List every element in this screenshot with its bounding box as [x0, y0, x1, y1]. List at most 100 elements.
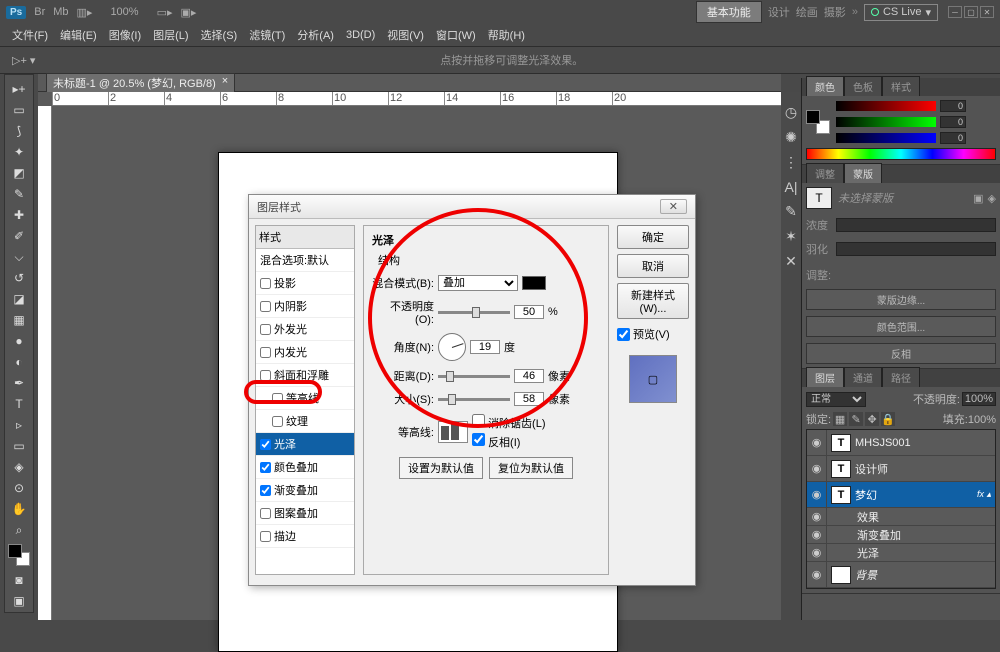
fx-row[interactable]: ◉效果: [807, 508, 995, 526]
fx-row[interactable]: ◉光泽: [807, 544, 995, 562]
value-blue[interactable]: 0: [940, 132, 966, 144]
menu-layer[interactable]: 图层(L): [149, 25, 192, 45]
color-swatch[interactable]: [806, 110, 830, 134]
blend-mode-select[interactable]: 叠加: [438, 275, 518, 291]
visibility-icon[interactable]: ◉: [807, 562, 827, 587]
fx-row[interactable]: ◉渐变叠加: [807, 526, 995, 544]
history-brush-tool-icon[interactable]: ↺: [7, 268, 31, 288]
menu-view[interactable]: 视图(V): [383, 25, 428, 45]
slider-red[interactable]: [836, 101, 936, 111]
distance-slider[interactable]: [438, 375, 510, 378]
layer-row[interactable]: ◉T设计师: [807, 456, 995, 482]
ok-button[interactable]: 确定: [617, 225, 689, 249]
screenmode-icon[interactable]: ▣: [7, 591, 31, 611]
wand-tool-icon[interactable]: ✦: [7, 142, 31, 162]
size-value[interactable]: 58: [514, 392, 544, 406]
value-green[interactable]: 0: [940, 116, 966, 128]
style-bevel[interactable]: 斜面和浮雕: [256, 364, 354, 387]
zoom-tool-icon[interactable]: ⌕: [7, 520, 31, 540]
density-input[interactable]: [836, 218, 996, 232]
tab-layers[interactable]: 图层: [806, 367, 844, 387]
type-tool-icon[interactable]: T: [7, 394, 31, 414]
layer-row[interactable]: ◉TMHSJS001: [807, 430, 995, 456]
menu-filter[interactable]: 滤镜(T): [245, 25, 289, 45]
opacity-value[interactable]: 50: [514, 305, 544, 319]
size-slider[interactable]: [438, 398, 510, 401]
tab-swatches[interactable]: 色板: [844, 76, 882, 96]
cancel-button[interactable]: 取消: [617, 254, 689, 278]
tab-styles[interactable]: 样式: [882, 76, 920, 96]
mask-thumb[interactable]: T: [806, 187, 832, 209]
workspace-design[interactable]: 设计: [768, 4, 790, 20]
contour-picker[interactable]: [438, 421, 468, 443]
shape-tool-icon[interactable]: ▭: [7, 436, 31, 456]
layer-row[interactable]: ◉背景: [807, 562, 995, 588]
menu-window[interactable]: 窗口(W): [432, 25, 480, 45]
make-default-button[interactable]: 设置为默认值: [399, 457, 483, 479]
angle-value[interactable]: 19: [470, 340, 500, 354]
preview-checkbox[interactable]: 预览(V): [617, 326, 689, 342]
workspace-paint[interactable]: 绘画: [796, 4, 818, 20]
swatches-panel-icon[interactable]: ✶: [785, 228, 797, 245]
visibility-icon[interactable]: ◉: [807, 544, 827, 561]
document-tab[interactable]: 未标题-1 @ 20.5% (梦幻, RGB/8)×: [46, 73, 235, 92]
tab-mask[interactable]: 蒙版: [844, 163, 882, 183]
layer-row[interactable]: ◉T梦幻fx ▴: [807, 482, 995, 508]
value-red[interactable]: 0: [940, 100, 966, 112]
fill-value[interactable]: 100%: [968, 414, 996, 426]
menu-select[interactable]: 选择(S): [197, 25, 242, 45]
style-inner-glow[interactable]: 内发光: [256, 341, 354, 364]
style-pattern-overlay[interactable]: 图案叠加: [256, 502, 354, 525]
layout-icon[interactable]: ▥▸: [77, 6, 93, 19]
properties-panel-icon[interactable]: ⋮: [784, 154, 798, 171]
style-inner-shadow[interactable]: 内阴影: [256, 295, 354, 318]
crop-tool-icon[interactable]: ◩: [7, 163, 31, 183]
style-texture[interactable]: 纹理: [256, 410, 354, 433]
lock-position-icon[interactable]: ✥: [865, 412, 879, 426]
character-panel-icon[interactable]: A|: [785, 179, 798, 195]
eraser-tool-icon[interactable]: ◪: [7, 289, 31, 309]
distance-value[interactable]: 46: [514, 369, 544, 383]
blur-tool-icon[interactable]: ●: [7, 331, 31, 351]
hand-tool-icon[interactable]: ✋: [7, 499, 31, 519]
feather-input[interactable]: [836, 242, 996, 256]
workspace-photo[interactable]: 摄影: [824, 4, 846, 20]
style-drop-shadow[interactable]: 投影: [256, 272, 354, 295]
lock-transparency-icon[interactable]: ▦: [833, 412, 847, 426]
visibility-icon[interactable]: ◉: [807, 456, 827, 481]
lock-all-icon[interactable]: 🔒: [881, 412, 895, 426]
stamp-tool-icon[interactable]: ⌵: [7, 247, 31, 267]
tab-close-icon[interactable]: ×: [222, 75, 228, 91]
window-close-icon[interactable]: ✕: [980, 6, 994, 18]
eyedropper-tool-icon[interactable]: ✎: [7, 184, 31, 204]
menu-3d[interactable]: 3D(D): [342, 27, 379, 43]
slider-green[interactable]: [836, 117, 936, 127]
styles-header[interactable]: 样式: [256, 226, 354, 249]
move-tool-icon[interactable]: ▸+: [7, 79, 31, 99]
cslive-button[interactable]: CS Live ▾: [864, 4, 938, 21]
vector-mask-icon[interactable]: ◈: [988, 192, 996, 205]
settings-panel-icon[interactable]: ✕: [785, 253, 797, 270]
layer-opacity-value[interactable]: 100%: [962, 392, 996, 406]
color-picker[interactable]: [522, 276, 546, 290]
heal-tool-icon[interactable]: ✚: [7, 205, 31, 225]
invert-button[interactable]: 反相: [806, 343, 996, 364]
style-stroke[interactable]: 描边: [256, 525, 354, 548]
menu-help[interactable]: 帮助(H): [484, 25, 529, 45]
brush-tool-icon[interactable]: ✐: [7, 226, 31, 246]
window-restore-icon[interactable]: ▢: [964, 6, 978, 18]
visibility-icon[interactable]: ◉: [807, 526, 827, 543]
adjustments-panel-icon[interactable]: ✺: [785, 129, 797, 146]
lasso-tool-icon[interactable]: ⟆: [7, 121, 31, 141]
3d-tool-icon[interactable]: ◈: [7, 457, 31, 477]
menu-image[interactable]: 图像(I): [105, 25, 145, 45]
angle-dial[interactable]: [438, 333, 466, 361]
zoom-field[interactable]: 100%: [110, 6, 138, 18]
tab-channels[interactable]: 通道: [844, 367, 882, 387]
style-color-overlay[interactable]: 颜色叠加: [256, 456, 354, 479]
history-panel-icon[interactable]: ◷: [785, 104, 797, 121]
quickmask-icon[interactable]: ◙: [7, 570, 31, 590]
new-style-button[interactable]: 新建样式(W)...: [617, 283, 689, 319]
pen-tool-icon[interactable]: ✒: [7, 373, 31, 393]
tab-paths[interactable]: 路径: [882, 367, 920, 387]
